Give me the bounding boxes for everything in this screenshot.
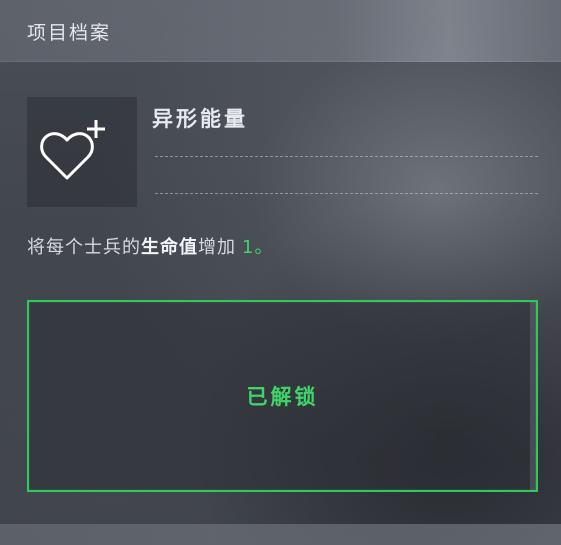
ability-description: 将每个士兵的生命值增加 1。 <box>27 233 273 259</box>
project-dossier-panel: 项目档案 异形能量 将每个士兵的生命值增加 1。 已解锁 <box>0 0 561 545</box>
page-title: 项目档案 <box>27 22 112 44</box>
divider <box>155 193 538 194</box>
footer-bar <box>0 524 561 545</box>
unlock-status-box[interactable]: 已解锁 <box>27 300 538 492</box>
heart-plus-icon <box>40 120 105 180</box>
description-middle: 增加 <box>198 237 236 258</box>
description-value: 1。 <box>242 237 274 258</box>
description-prefix: 将每个士兵的 <box>27 237 141 258</box>
description-highlight: 生命值 <box>141 237 198 258</box>
unlock-status-label: 已解锁 <box>246 385 319 409</box>
ability-name: 异形能量 <box>152 107 248 131</box>
header-bar: 项目档案 <box>0 0 561 62</box>
divider <box>155 156 538 157</box>
ability-icon-frame <box>27 97 137 207</box>
